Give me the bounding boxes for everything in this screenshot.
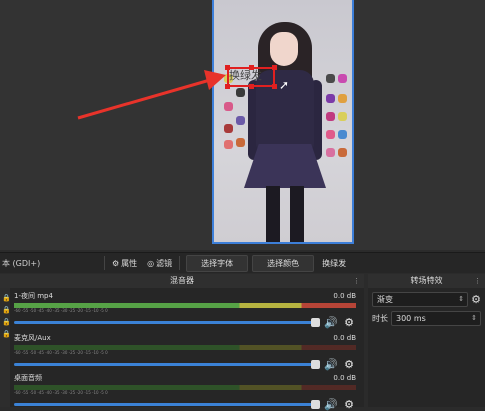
gear-icon[interactable]: ⚙ [342,316,356,329]
speaker-icon[interactable]: 🔊 [324,398,338,411]
text-value-field[interactable]: 换绿发 [318,256,350,271]
volume-slider-knob[interactable] [311,400,320,409]
filter-icon: ◎ [147,258,155,268]
resize-handle[interactable] [225,65,230,70]
volume-meter [14,385,356,390]
chevron-updown-icon: ⇕ [458,295,465,303]
scene-transitions-dock: 转场特效 ⋮ 渐变 ⇕ ⚙ 时长 300 ms ⇕ [368,274,485,407]
dock-menu-icon[interactable]: ⋮ [353,274,360,288]
filters-label: 滤镜 [156,258,173,268]
select-font-button[interactable]: 选择字体 [186,254,249,272]
resize-handle[interactable] [249,65,254,70]
channel-name: 麦克风/Aux [14,334,51,342]
lock-icon[interactable]: 🔒 [2,330,11,338]
channel-name: 桌面音频 [14,374,42,382]
annotation-arrow-icon [77,70,226,120]
volume-slider[interactable] [14,400,320,409]
mouse-cursor-icon: ➚ [279,78,290,92]
transition-select[interactable]: 渐变 ⇕ [372,292,469,307]
resize-handle[interactable] [225,84,230,89]
speaker-icon[interactable]: 🔊 [324,358,338,371]
channel-name: 1-夜间 mp4 [14,292,53,300]
audio-mixer-dock: 混音器 ⋮ 🔒 🔒 🔒 🔒 1-夜间 mp4 0.0 dB -60 -55 -5… [0,274,364,411]
transitions-title: 转场特效 [410,276,443,285]
select-color-button[interactable]: 选择颜色 [252,254,315,272]
channel-db: 0.0 dB [333,292,356,300]
divider [179,256,181,270]
meter-ticks: -60 -55 -50 -45 -40 -35 -30 -25 -20 -15 … [14,390,108,395]
filters-button[interactable]: ◎ 滤镜 [142,258,177,269]
resize-handle[interactable] [272,65,277,70]
mixer-title: 混音器 [170,276,194,285]
duration-spinbox[interactable]: 300 ms ⇕ [391,311,481,326]
volume-slider[interactable] [14,318,320,327]
selected-source-name: 本 (GDI+) [2,258,41,268]
channel-db: 0.0 dB [333,374,356,382]
duration-label: 时长 [372,314,388,323]
transition-selected: 渐变 [377,295,393,304]
volume-slider[interactable] [14,360,320,369]
duration-value: 300 ms [396,314,426,323]
lock-icon[interactable]: 🔒 [2,318,11,326]
properties-label: 属性 [121,258,138,268]
lock-icon[interactable]: 🔒 [2,294,11,302]
preview-area[interactable]: 换绿发 ➚ [0,0,485,250]
gear-icon[interactable]: ⚙ [342,398,356,411]
dock-title: 转场特效 ⋮ [368,274,485,288]
dock-title: 混音器 ⋮ [0,274,364,288]
meter-ticks: -60 -55 -50 -45 -40 -35 -30 -25 -20 -15 … [14,308,108,313]
resize-handle[interactable] [249,84,254,89]
lock-column: 🔒 🔒 🔒 🔒 [0,288,11,407]
resize-handle[interactable] [272,84,277,89]
channel-db: 0.0 dB [333,334,356,342]
mixer-channel: 麦克风/Aux 0.0 dB -60 -55 -50 -45 -40 -35 -… [14,334,356,371]
gear-icon: ⚙ [112,258,120,268]
meter-ticks: -60 -55 -50 -45 -40 -35 -30 -25 -20 -15 … [14,350,108,355]
divider [104,256,105,270]
gear-icon[interactable]: ⚙ [471,293,481,306]
source-toolbar: 本 (GDI+) ⚙ 属性 ◎ 滤镜 选择字体 选择颜色 换绿发 [0,252,485,273]
spin-arrows-icon[interactable]: ⇕ [471,312,477,325]
gear-icon[interactable]: ⚙ [342,358,356,371]
selected-text-source: 换绿发 [229,69,262,82]
volume-slider-knob[interactable] [311,360,320,369]
mixer-channel: 1-夜间 mp4 0.0 dB -60 -55 -50 -45 -40 -35 … [14,292,356,329]
lock-icon[interactable]: 🔒 [2,306,11,314]
volume-slider-knob[interactable] [311,318,320,327]
mixer-channel: 桌面音频 0.0 dB -60 -55 -50 -45 -40 -35 -30 … [14,374,356,411]
speaker-icon[interactable]: 🔊 [324,316,338,329]
properties-button[interactable]: ⚙ 属性 [107,258,142,269]
volume-meter [14,303,356,308]
volume-meter [14,345,356,350]
dock-menu-icon[interactable]: ⋮ [474,274,481,288]
